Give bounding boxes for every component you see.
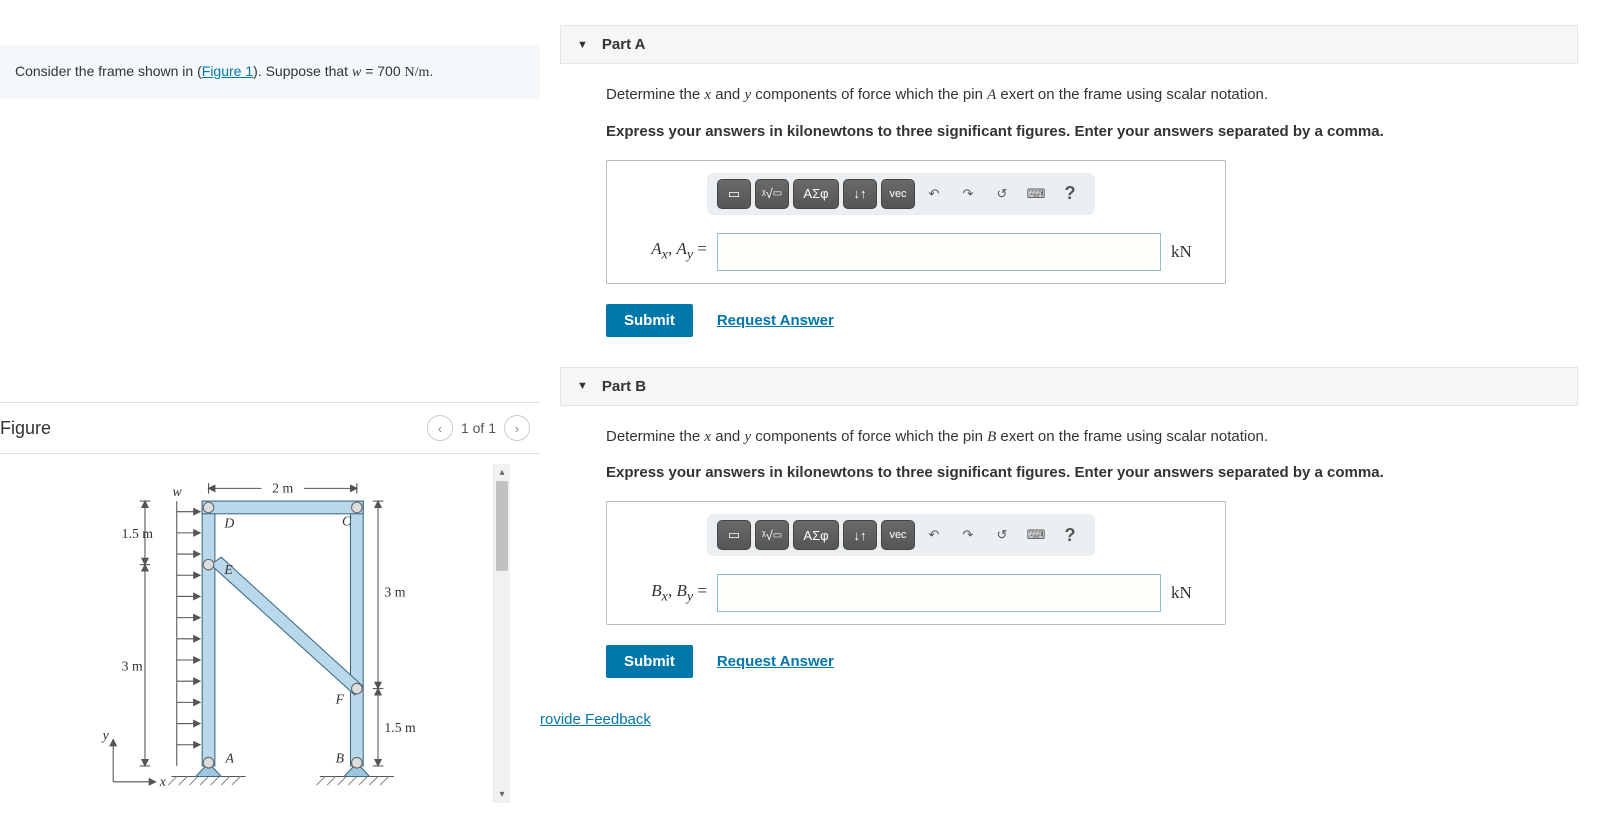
part-b-answer-input[interactable] [717,574,1161,612]
part-a-question: Determine the x and y components of forc… [606,84,1562,107]
equation-toolbar: ▭ ᵡ√▭ ΑΣφ ↓↑ vec ↶ ↷ ↺ ⌨ ? [707,514,1095,556]
part-b-title: Part B [602,378,646,395]
scroll-down-icon[interactable]: ▾ [494,786,510,803]
sqrt-button[interactable]: ᵡ√▭ [755,520,789,550]
part-a-submit-button[interactable]: Submit [606,304,693,337]
scroll-thumb[interactable] [496,481,508,571]
provide-feedback-link[interactable]: Provide Feedback [540,711,651,728]
svg-text:1.5 m: 1.5 m [122,526,154,541]
part-b-question: Determine the x and y components of forc… [606,426,1562,449]
greek-button[interactable]: ΑΣφ [793,520,839,550]
part-a-request-answer-link[interactable]: Request Answer [717,312,834,329]
redo-button[interactable]: ↷ [953,520,983,550]
vec-button[interactable]: vec [881,520,915,550]
greek-button[interactable]: ΑΣφ [793,179,839,209]
part-b-submit-button[interactable]: Submit [606,645,693,678]
figure-panel: Figure ‹ 1 of 1 › [0,402,540,813]
part-b-answer-box: ▭ ᵡ√▭ ΑΣφ ↓↑ vec ↶ ↷ ↺ ⌨ ? Bx, By = k [606,501,1226,625]
svg-text:E: E [223,562,233,577]
svg-text:D: D [223,516,234,531]
undo-button[interactable]: ↶ [919,520,949,550]
sqrt-button[interactable]: ᵡ√▭ [755,179,789,209]
figure-scrollbar[interactable]: ▴ ▾ [493,464,510,803]
svg-text:1.5 m: 1.5 m [384,720,416,735]
figure-counter: 1 of 1 [461,420,496,436]
undo-button[interactable]: ↶ [919,179,949,209]
part-a-unit: kN [1171,242,1211,262]
equation-toolbar: ▭ ᵡ√▭ ΑΣφ ↓↑ vec ↶ ↷ ↺ ⌨ ? [707,173,1095,215]
subsup-button[interactable]: ↓↑ [843,520,877,550]
part-a-header[interactable]: ▼ Part A [560,25,1578,64]
templates-button[interactable]: ▭ [717,179,751,209]
figure-title: Figure [0,418,51,439]
figure-prev-button[interactable]: ‹ [427,415,453,441]
svg-text:C: C [342,513,352,528]
svg-text:2 m: 2 m [272,481,293,496]
svg-text:x: x [159,774,167,789]
reset-button[interactable]: ↺ [987,179,1017,209]
part-b-instruction: Express your answers in kilonewtons to t… [606,462,1562,483]
subsup-button[interactable]: ↓↑ [843,179,877,209]
part-a-var-label: Ax, Ay = [621,239,707,263]
problem-statement: Consider the frame shown in (Figure 1). … [0,45,540,99]
figure-link[interactable]: Figure 1 [202,63,253,79]
svg-text:F: F [335,691,345,706]
part-b-request-answer-link[interactable]: Request Answer [717,653,834,670]
keyboard-button[interactable]: ⌨ [1021,520,1051,550]
part-a-instruction: Express your answers in kilonewtons to t… [606,121,1562,142]
help-button[interactable]: ? [1055,520,1085,550]
svg-text:B: B [336,751,345,766]
part-b-header[interactable]: ▼ Part B [560,367,1578,406]
problem-text: Consider the frame shown in ( [15,63,202,79]
svg-text:w: w [173,484,183,499]
part-a-answer-input[interactable] [717,233,1161,271]
templates-button[interactable]: ▭ [717,520,751,550]
part-b-var-label: Bx, By = [621,581,707,605]
scroll-up-icon[interactable]: ▴ [494,464,510,481]
help-button[interactable]: ? [1055,179,1085,209]
part-a-answer-box: ▭ ᵡ√▭ ΑΣφ ↓↑ vec ↶ ↷ ↺ ⌨ ? Ax, Ay = k [606,160,1226,284]
redo-button[interactable]: ↷ [953,179,983,209]
svg-text:3 m: 3 m [384,584,405,599]
part-a: ▼ Part A Determine the x and y component… [560,25,1578,342]
part-b: ▼ Part B Determine the x and y component… [560,367,1578,684]
figure-next-button[interactable]: › [504,415,530,441]
collapse-icon: ▼ [577,39,588,51]
vec-button[interactable]: vec [881,179,915,209]
part-a-title: Part A [602,36,646,53]
part-b-unit: kN [1171,583,1211,603]
keyboard-button[interactable]: ⌨ [1021,179,1051,209]
collapse-icon: ▼ [577,380,588,392]
figure-image: 2 m 1.5 m 3 m [30,464,493,803]
reset-button[interactable]: ↺ [987,520,1017,550]
svg-text:3 m: 3 m [122,659,143,674]
svg-text:A: A [224,751,234,766]
svg-text:y: y [101,727,110,742]
